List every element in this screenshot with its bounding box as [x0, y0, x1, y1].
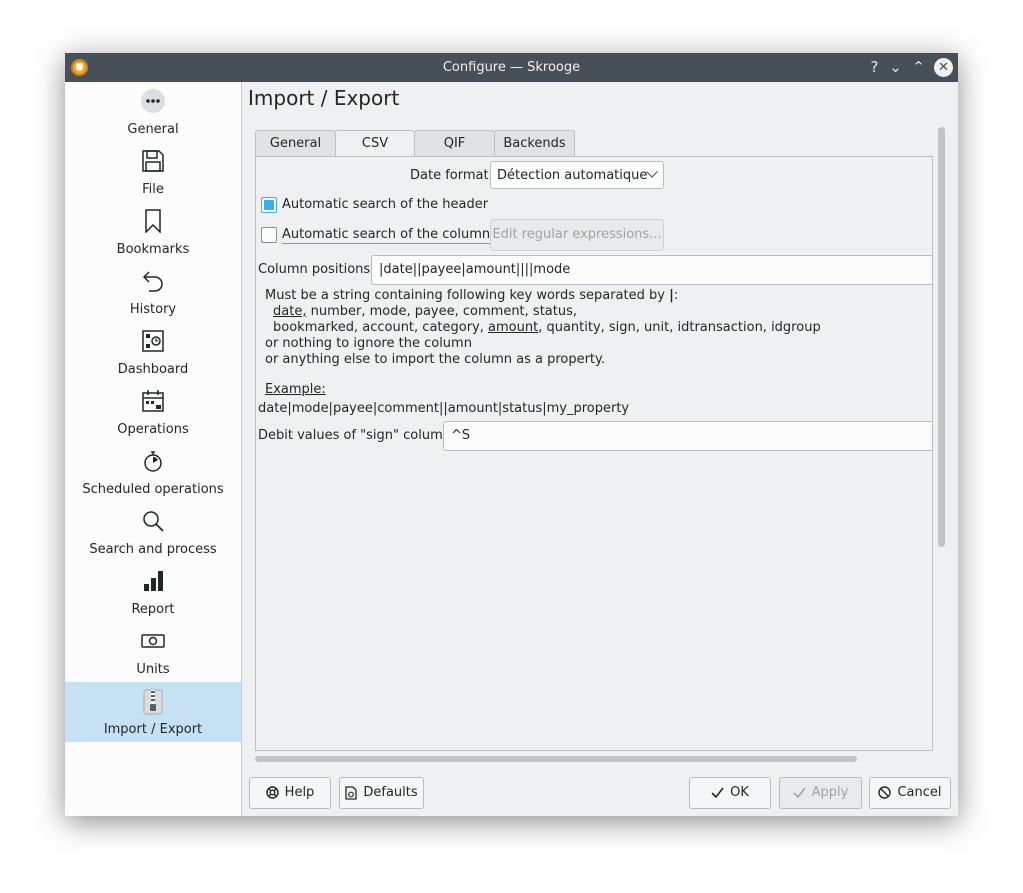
ok-button[interactable]: OK: [689, 777, 771, 809]
more-dots-icon: [141, 89, 165, 113]
sidebar-item-label: Operations: [117, 422, 189, 437]
sidebar-item-history[interactable]: History: [65, 262, 241, 322]
sidebar-item-label: Units: [136, 662, 170, 677]
sidebar-item-label: Scheduled operations: [82, 482, 224, 497]
horizontal-scrollbar[interactable]: [255, 756, 857, 762]
auto-header-checkbox[interactable]: [261, 197, 277, 213]
banknote-icon: [141, 629, 165, 653]
sidebar-item-label: Bookmarks: [116, 242, 190, 257]
zip-archive-icon: [141, 689, 165, 715]
date-format-value: Détection automatique: [497, 168, 648, 183]
check-icon: [711, 787, 724, 798]
debit-values-value: ^S: [451, 428, 471, 443]
sidebar-item-label: General: [127, 122, 179, 137]
defaults-button[interactable]: Defaults: [339, 777, 424, 809]
stopwatch-icon: [141, 449, 165, 473]
title-bar[interactable]: Configure — Skrooge ? ⌄ ⌃ ✕: [65, 53, 958, 82]
sidebar-item-label: Dashboard: [117, 362, 189, 377]
undo-arrow-icon: [141, 269, 165, 293]
column-positions-input[interactable]: |date||payee|amount||||mode: [371, 255, 932, 285]
configure-dialog: Configure — Skrooge ? ⌄ ⌃ ✕ General File…: [65, 53, 958, 816]
help-text-line: date, number, mode, payee, comment, stat…: [273, 304, 577, 319]
sidebar-item-bookmarks[interactable]: Bookmarks: [65, 202, 241, 262]
sidebar-item-label: Import / Export: [103, 722, 203, 737]
csv-settings-panel: Date format: Détection automatique Autom…: [255, 156, 933, 751]
date-format-select[interactable]: Détection automatique: [490, 161, 664, 189]
check-icon: [793, 787, 806, 798]
tab-general[interactable]: General: [255, 130, 336, 156]
sidebar-item-operations[interactable]: Operations: [65, 382, 241, 442]
auto-header-label[interactable]: Automatic search of the header: [282, 197, 488, 212]
sidebar-item-import-export[interactable]: Import / Export: [65, 682, 241, 742]
debit-values-input[interactable]: ^S: [443, 421, 932, 451]
sidebar: General File Bookmarks History Dashboard: [65, 82, 242, 816]
chevron-down-icon: [646, 166, 658, 178]
tab-qif[interactable]: QIF: [414, 130, 495, 156]
help-text-line: or anything else to import the column as…: [265, 352, 606, 367]
help-text-line: or nothing to ignore the column: [265, 336, 472, 351]
tab-backends[interactable]: Backends: [494, 130, 575, 156]
sidebar-item-dashboard[interactable]: Dashboard: [65, 322, 241, 382]
document-reset-icon: [345, 785, 358, 800]
sidebar-item-scheduled-operations[interactable]: Scheduled operations: [65, 442, 241, 502]
auto-columns-label[interactable]: Automatic search of the columns: [282, 227, 497, 244]
sidebar-item-label: Search and process: [89, 542, 217, 557]
maximize-icon[interactable]: ⌃: [909, 58, 928, 77]
calendar-icon: [141, 389, 165, 413]
help-text-line: bookmarked, account, category, amount, q…: [273, 320, 821, 335]
edit-regex-button[interactable]: Edit regular expressions...: [490, 219, 664, 251]
bookmark-icon: [141, 209, 165, 233]
column-positions-value: |date||payee|amount||||mode: [379, 262, 571, 277]
bar-chart-icon: [141, 569, 165, 593]
sidebar-item-file[interactable]: File: [65, 142, 241, 202]
help-button[interactable]: Help: [249, 777, 331, 809]
column-positions-label: Column positions:: [258, 262, 375, 277]
sidebar-item-label: Report: [131, 602, 175, 617]
sidebar-item-search-and-process[interactable]: Search and process: [65, 502, 241, 562]
sidebar-item-general[interactable]: General: [65, 82, 241, 142]
sidebar-item-report[interactable]: Report: [65, 562, 241, 622]
apply-button[interactable]: Apply: [779, 777, 862, 809]
auto-columns-checkbox[interactable]: [261, 227, 277, 243]
cancel-button[interactable]: Cancel: [869, 777, 951, 809]
help-icon[interactable]: ?: [865, 58, 884, 77]
cancel-icon: [878, 786, 892, 799]
vertical-scrollbar[interactable]: [938, 127, 945, 547]
window-title: Configure — Skrooge: [442, 60, 581, 75]
debit-values-label: Debit values of "sign" column:: [258, 428, 456, 443]
sidebar-item-label: History: [129, 302, 177, 317]
sidebar-item-units[interactable]: Units: [65, 622, 241, 682]
search-icon: [141, 509, 165, 533]
example-label: Example:: [265, 382, 326, 397]
dashboard-icon: [141, 329, 165, 353]
sidebar-item-label: File: [142, 182, 164, 197]
close-icon[interactable]: ✕: [934, 58, 953, 77]
date-format-label: Date format:: [410, 168, 493, 183]
help-text-line: Must be a string containing following ke…: [265, 288, 679, 303]
tab-csv[interactable]: CSV: [335, 130, 415, 157]
minimize-icon[interactable]: ⌄: [886, 58, 905, 77]
page-title: Import / Export: [248, 86, 400, 110]
example-value: date|mode|payee|comment||amount|status|m…: [258, 401, 630, 416]
floppy-disk-icon: [141, 149, 165, 173]
lifebuoy-icon: [265, 786, 279, 799]
